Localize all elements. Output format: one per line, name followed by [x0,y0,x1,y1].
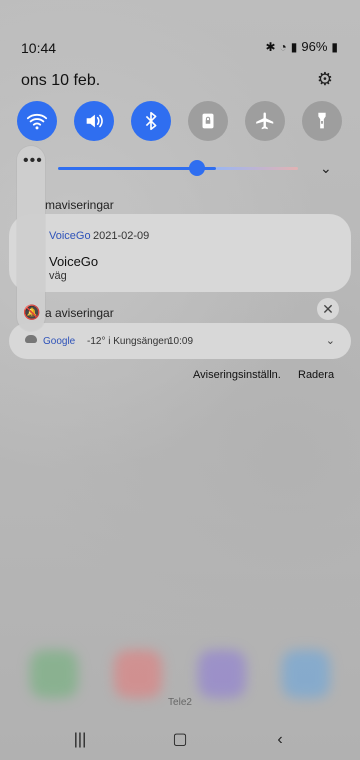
flashlight-icon [318,112,326,129]
clear-all-button[interactable]: Radera [298,369,334,381]
qs-flashlight-button[interactable] [302,101,342,141]
date-label: ons 10 feb. [21,72,101,89]
cloud-icon [25,335,37,343]
speaker-icon [86,114,103,128]
brightness-track-empty [216,167,298,170]
bluetooth-icon [145,111,157,131]
more-icon[interactable]: ••• [23,152,43,170]
notification-date: 2021-02-09 [93,230,150,242]
close-icon[interactable]: ✕ [317,298,339,320]
edge-panel-handle[interactable]: ••• 🔕 [17,146,45,331]
section-label-notifications: maviseringar [45,198,114,212]
qs-sound-button[interactable] [74,101,114,141]
signal-icon: ▮ [290,39,298,54]
navigation-bar: ||| ▢ ‹ [0,720,360,760]
status-icons: ✱ ◔ ▮ 96% ▮ [265,39,338,54]
notification-google[interactable]: Google -12° i Kungsängen 10:09 ⌄ [9,323,351,359]
back-icon[interactable]: ‹ [268,730,292,750]
notification-title: VoiceGo [49,254,99,269]
recent-apps-icon[interactable]: ||| [68,730,92,750]
quick-settings-row [0,101,360,141]
airplane-icon [256,112,274,130]
rotation-lock-icon [202,113,214,129]
notification-voicego[interactable]: VoiceGo 2021-02-09 VoiceGo väg [9,214,351,292]
carrier-label: Tele2 [168,697,192,708]
battery-icon: ▮ [331,39,338,54]
wifi-icon [26,113,48,130]
dock-app [282,650,330,698]
section-label-silent: a aviseringar [45,306,114,320]
notification-weather: -12° i Kungsängen [87,336,170,347]
battery-percent: 96% [301,39,328,54]
qs-rotation-lock-button[interactable] [188,101,228,141]
notification-app-name: Google [43,336,76,347]
home-icon[interactable]: ▢ [168,730,192,750]
status-bar: 10:44 ✱ ◔ ▮ 96% ▮ [0,34,360,60]
wifi-icon: ◔ [279,39,287,54]
notification-settings-button[interactable]: Aviseringsinställn. [193,369,281,381]
notification-time: 10:09 [168,336,194,347]
gear-icon[interactable]: ⚙ [316,70,334,88]
notification-app-name: VoiceGo [49,230,91,242]
mute-notifications-icon[interactable]: 🔕 [23,304,40,321]
dock-app [114,650,162,698]
dock-app [30,650,78,698]
qs-wifi-button[interactable] [17,101,57,141]
bluetooth-icon: ✱ [265,39,276,54]
chevron-down-icon[interactable]: ⌄ [326,334,335,347]
status-time: 10:44 [21,40,57,56]
qs-bluetooth-button[interactable] [131,101,171,141]
qs-airplane-button[interactable] [245,101,285,141]
chevron-down-icon[interactable]: ⌄ [320,160,332,177]
brightness-thumb[interactable] [189,160,205,176]
dock-app [198,650,246,698]
notification-body: väg [49,270,67,282]
brightness-slider[interactable]: ⌄ [18,158,338,180]
